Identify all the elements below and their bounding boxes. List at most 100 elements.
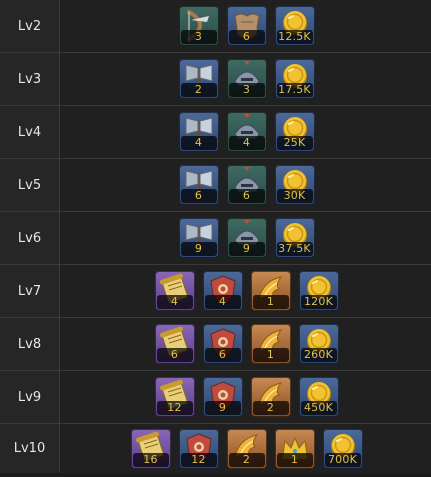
item-slot[interactable]: 6 <box>154 324 195 364</box>
item-count: 9 <box>204 401 241 415</box>
item-count: 1 <box>252 348 289 362</box>
table-row: Lv8 6 6 1 260K <box>0 318 431 371</box>
item-count: 9 <box>228 242 265 256</box>
level-label: Lv8 <box>0 318 60 370</box>
item-count: 4 <box>228 136 265 150</box>
item-count: 6 <box>228 189 265 203</box>
item-slot[interactable]: 3 <box>226 59 267 99</box>
item-list: 2 3 17.5K <box>178 59 315 99</box>
item-slot[interactable]: 37.5K <box>274 218 315 258</box>
item-count: 1 <box>276 452 313 467</box>
level-label: Lv4 <box>0 106 60 158</box>
item-count: 6 <box>156 348 193 362</box>
item-slot[interactable]: 4 <box>178 112 219 152</box>
item-count: 3 <box>180 30 217 44</box>
item-list: 3 6 12.5K <box>178 6 315 46</box>
item-slot[interactable]: 6 <box>178 165 219 205</box>
item-count: 3 <box>228 83 265 97</box>
item-count: 6 <box>228 30 265 44</box>
item-count: 2 <box>252 401 289 415</box>
required-items: 3 6 12.5K <box>60 0 431 52</box>
item-list: 9 9 37.5K <box>178 218 315 258</box>
item-count: 700K <box>324 452 361 467</box>
level-label: Lv9 <box>0 371 60 423</box>
item-slot[interactable]: 2 <box>178 59 219 99</box>
item-slot[interactable]: 3 <box>178 6 219 46</box>
table-row: Lv7 4 4 1 120K <box>0 265 431 318</box>
table-row: Lv2 3 6 12.5K <box>0 0 431 53</box>
item-slot[interactable]: 25K <box>274 112 315 152</box>
required-items: 2 3 17.5K <box>60 53 431 105</box>
table-row: Lv6 9 9 37.5K <box>0 212 431 265</box>
item-count: 37.5K <box>276 242 313 256</box>
level-label: Lv7 <box>0 265 60 317</box>
item-slot[interactable]: 6 <box>202 324 243 364</box>
item-slot[interactable]: 260K <box>298 324 339 364</box>
item-count: 4 <box>180 136 217 150</box>
item-slot[interactable]: 9 <box>178 218 219 258</box>
level-label: Lv6 <box>0 212 60 264</box>
item-slot[interactable]: 450K <box>298 377 339 417</box>
item-slot[interactable]: 1 <box>274 428 315 469</box>
item-slot[interactable]: 12 <box>178 428 219 469</box>
item-list: 16 12 2 1 700K <box>130 428 363 469</box>
item-slot[interactable]: 12.5K <box>274 6 315 46</box>
item-slot[interactable]: 1 <box>250 324 291 364</box>
item-count: 2 <box>228 452 265 467</box>
required-items: 6 6 1 260K <box>60 318 431 370</box>
item-count: 9 <box>180 242 217 256</box>
item-count: 16 <box>132 452 169 467</box>
item-slot[interactable]: 2 <box>226 428 267 469</box>
item-count: 4 <box>204 295 241 309</box>
item-count: 30K <box>276 189 313 203</box>
level-label: Lv2 <box>0 0 60 52</box>
table-row: Lv10 16 12 2 1 700K <box>0 424 431 473</box>
table-row: Lv9 12 9 2 450K <box>0 371 431 424</box>
item-list: 6 6 1 260K <box>154 324 339 364</box>
level-label: Lv3 <box>0 53 60 105</box>
level-label: Lv10 <box>0 424 60 473</box>
item-count: 450K <box>300 401 337 415</box>
item-count: 2 <box>180 83 217 97</box>
item-count: 6 <box>180 189 217 203</box>
item-list: 6 6 30K <box>178 165 315 205</box>
item-slot[interactable]: 6 <box>226 6 267 46</box>
required-items: 4 4 1 120K <box>60 265 431 317</box>
item-count: 12.5K <box>276 30 313 44</box>
item-slot[interactable]: 6 <box>226 165 267 205</box>
item-slot[interactable]: 4 <box>226 112 267 152</box>
item-slot[interactable]: 120K <box>298 271 339 311</box>
item-slot[interactable]: 30K <box>274 165 315 205</box>
table-row: Lv3 2 3 17.5K <box>0 53 431 106</box>
item-slot[interactable]: 4 <box>154 271 195 311</box>
item-count: 6 <box>204 348 241 362</box>
required-items: 6 6 30K <box>60 159 431 211</box>
item-slot[interactable]: 2 <box>250 377 291 417</box>
item-list: 12 9 2 450K <box>154 377 339 417</box>
required-items: 16 12 2 1 700K <box>60 424 431 473</box>
required-items: 4 4 25K <box>60 106 431 158</box>
item-slot[interactable]: 4 <box>202 271 243 311</box>
required-items: 12 9 2 450K <box>60 371 431 423</box>
item-count: 17.5K <box>276 83 313 97</box>
table-row: Lv5 6 6 30K <box>0 159 431 212</box>
item-slot[interactable]: 16 <box>130 428 171 469</box>
table-row: Lv4 4 4 25K <box>0 106 431 159</box>
item-slot[interactable]: 12 <box>154 377 195 417</box>
upgrade-cost-table: Lv2 3 6 12.5K Lv3 2 3 17.5K Lv4 4 4 25K Lv5 6 6 30K Lv6 9… <box>0 0 431 473</box>
item-slot[interactable]: 700K <box>322 428 363 469</box>
item-list: 4 4 25K <box>178 112 315 152</box>
item-slot[interactable]: 9 <box>202 377 243 417</box>
item-slot[interactable]: 1 <box>250 271 291 311</box>
item-slot[interactable]: 17.5K <box>274 59 315 99</box>
level-label: Lv5 <box>0 159 60 211</box>
item-count: 4 <box>156 295 193 309</box>
item-count: 12 <box>180 452 217 467</box>
item-count: 120K <box>300 295 337 309</box>
item-list: 4 4 1 120K <box>154 271 339 311</box>
item-count: 12 <box>156 401 193 415</box>
item-count: 260K <box>300 348 337 362</box>
required-items: 9 9 37.5K <box>60 212 431 264</box>
item-slot[interactable]: 9 <box>226 218 267 258</box>
item-count: 25K <box>276 136 313 150</box>
